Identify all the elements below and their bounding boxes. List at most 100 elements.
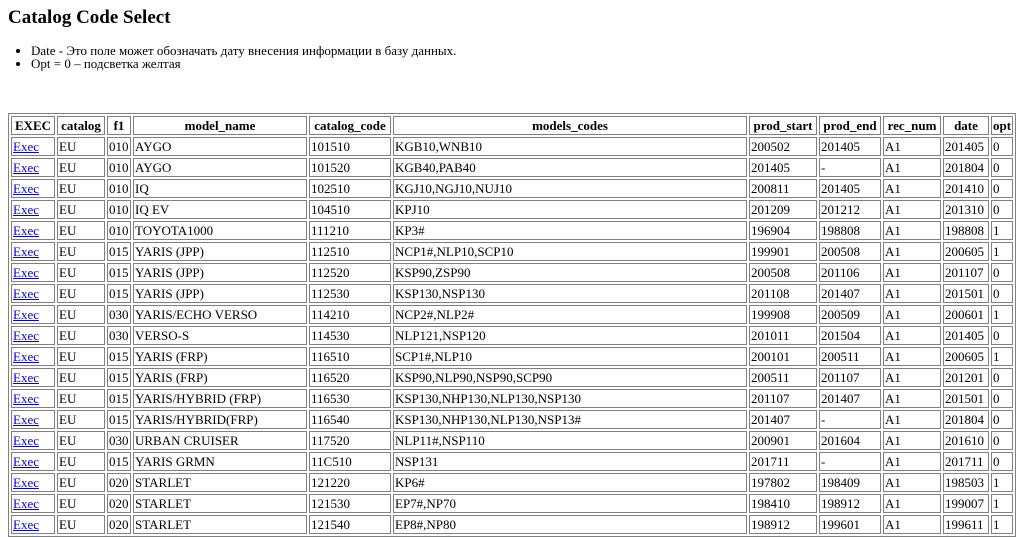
exec-link[interactable]: Exec bbox=[13, 496, 39, 511]
col-header-date: date bbox=[943, 116, 989, 135]
cell-model-name: STARLET bbox=[133, 515, 307, 534]
cell-opt: 0 bbox=[991, 452, 1014, 471]
cell-model-name: URBAN CRUISER bbox=[133, 431, 307, 450]
table-row: Exec EU 020 STARLET 121540 EP8#,NP80 198912 199… bbox=[11, 515, 1014, 534]
cell-model-name: AYGO bbox=[133, 158, 307, 177]
cell-exec: Exec bbox=[11, 137, 55, 156]
cell-prod-end: 200508 bbox=[819, 242, 881, 261]
cell-prod-end: 201407 bbox=[819, 284, 881, 303]
cell-model-name: VERSO-S bbox=[133, 326, 307, 345]
cell-f1: 020 bbox=[107, 473, 131, 492]
exec-link[interactable]: Exec bbox=[13, 202, 39, 217]
cell-catalog-code: 121220 bbox=[309, 473, 391, 492]
exec-link[interactable]: Exec bbox=[13, 181, 39, 196]
notes-list: Date - Это поле может обозначать дату вн… bbox=[8, 44, 1027, 70]
cell-exec: Exec bbox=[11, 494, 55, 513]
exec-link[interactable]: Exec bbox=[13, 349, 39, 364]
exec-link[interactable]: Exec bbox=[13, 286, 39, 301]
cell-catalog: EU bbox=[57, 263, 105, 282]
cell-prod-start: 201405 bbox=[749, 158, 817, 177]
col-header-prod-end: prod_end bbox=[819, 116, 881, 135]
cell-date: 201310 bbox=[943, 200, 989, 219]
cell-opt: 0 bbox=[991, 179, 1014, 198]
cell-f1: 010 bbox=[107, 137, 131, 156]
cell-f1: 010 bbox=[107, 179, 131, 198]
cell-prod-end: 201407 bbox=[819, 389, 881, 408]
cell-prod-start: 198912 bbox=[749, 515, 817, 534]
cell-date: 201405 bbox=[943, 137, 989, 156]
cell-prod-end: - bbox=[819, 410, 881, 429]
exec-link[interactable]: Exec bbox=[13, 307, 39, 322]
exec-link[interactable]: Exec bbox=[13, 391, 39, 406]
cell-model-name: IQ EV bbox=[133, 200, 307, 219]
exec-link[interactable]: Exec bbox=[13, 139, 39, 154]
cell-catalog-code: 114210 bbox=[309, 305, 391, 324]
exec-link[interactable]: Exec bbox=[13, 160, 39, 175]
cell-models-codes: KP6# bbox=[393, 473, 747, 492]
cell-date: 199007 bbox=[943, 494, 989, 513]
cell-prod-end: 201504 bbox=[819, 326, 881, 345]
cell-model-name: IQ bbox=[133, 179, 307, 198]
cell-prod-start: 201107 bbox=[749, 389, 817, 408]
exec-link[interactable]: Exec bbox=[13, 223, 39, 238]
cell-prod-end: 199601 bbox=[819, 515, 881, 534]
exec-link[interactable]: Exec bbox=[13, 265, 39, 280]
cell-catalog: EU bbox=[57, 368, 105, 387]
cell-catalog: EU bbox=[57, 494, 105, 513]
cell-rec-num: A1 bbox=[883, 473, 941, 492]
cell-catalog: EU bbox=[57, 284, 105, 303]
cell-catalog: EU bbox=[57, 326, 105, 345]
cell-exec: Exec bbox=[11, 284, 55, 303]
cell-model-name: YARIS (FRP) bbox=[133, 347, 307, 366]
table-row: Exec EU 020 STARLET 121530 EP7#,NP70 198410 198… bbox=[11, 494, 1014, 513]
cell-catalog-code: 111210 bbox=[309, 221, 391, 240]
cell-date: 198808 bbox=[943, 221, 989, 240]
exec-link[interactable]: Exec bbox=[13, 328, 39, 343]
exec-link[interactable]: Exec bbox=[13, 517, 39, 532]
cell-prod-end: 198912 bbox=[819, 494, 881, 513]
exec-link[interactable]: Exec bbox=[13, 475, 39, 490]
page: Catalog Code Select Date - Это поле може… bbox=[0, 0, 1035, 537]
cell-catalog-code: 121540 bbox=[309, 515, 391, 534]
cell-date: 201107 bbox=[943, 263, 989, 282]
cell-exec: Exec bbox=[11, 473, 55, 492]
cell-models-codes: KP3# bbox=[393, 221, 747, 240]
cell-exec: Exec bbox=[11, 242, 55, 261]
cell-rec-num: A1 bbox=[883, 242, 941, 261]
cell-exec: Exec bbox=[11, 263, 55, 282]
cell-exec: Exec bbox=[11, 200, 55, 219]
exec-link[interactable]: Exec bbox=[13, 370, 39, 385]
cell-exec: Exec bbox=[11, 158, 55, 177]
cell-catalog: EU bbox=[57, 389, 105, 408]
cell-f1: 015 bbox=[107, 347, 131, 366]
cell-prod-end: 198808 bbox=[819, 221, 881, 240]
table-row: Exec EU 030 YARIS/ECHO VERSO 114210 NCP2#,NLP… bbox=[11, 305, 1014, 324]
cell-opt: 1 bbox=[991, 305, 1014, 324]
cell-prod-start: 200901 bbox=[749, 431, 817, 450]
cell-exec: Exec bbox=[11, 179, 55, 198]
cell-date: 199611 bbox=[943, 515, 989, 534]
cell-f1: 030 bbox=[107, 431, 131, 450]
cell-models-codes: KSP130,NHP130,NLP130,NSP130 bbox=[393, 389, 747, 408]
cell-catalog: EU bbox=[57, 431, 105, 450]
col-header-f1: f1 bbox=[107, 116, 131, 135]
table-row: Exec EU 010 AYGO 101520 KGB40,PAB40 201405- A1 2… bbox=[11, 158, 1014, 177]
exec-link[interactable]: Exec bbox=[13, 412, 39, 427]
cell-date: 198503 bbox=[943, 473, 989, 492]
exec-link[interactable]: Exec bbox=[13, 244, 39, 259]
table-row: Exec EU 010 TOYOTA1000 111210 KP3# 196904 19880… bbox=[11, 221, 1014, 240]
cell-catalog: EU bbox=[57, 200, 105, 219]
table-row: Exec EU 015 YARIS/HYBRID (FRP) 116530 KSP130,… bbox=[11, 389, 1014, 408]
cell-models-codes: KGB10,WNB10 bbox=[393, 137, 747, 156]
exec-link[interactable]: Exec bbox=[13, 433, 39, 448]
cell-models-codes: KSP130,NHP130,NLP130,NSP13# bbox=[393, 410, 747, 429]
cell-date: 201501 bbox=[943, 284, 989, 303]
cell-catalog-code: 112520 bbox=[309, 263, 391, 282]
exec-link[interactable]: Exec bbox=[13, 454, 39, 469]
cell-rec-num: A1 bbox=[883, 347, 941, 366]
cell-f1: 010 bbox=[107, 158, 131, 177]
cell-models-codes: NLP121,NSP120 bbox=[393, 326, 747, 345]
cell-opt: 1 bbox=[991, 242, 1014, 261]
cell-opt: 0 bbox=[991, 284, 1014, 303]
cell-prod-end: - bbox=[819, 452, 881, 471]
